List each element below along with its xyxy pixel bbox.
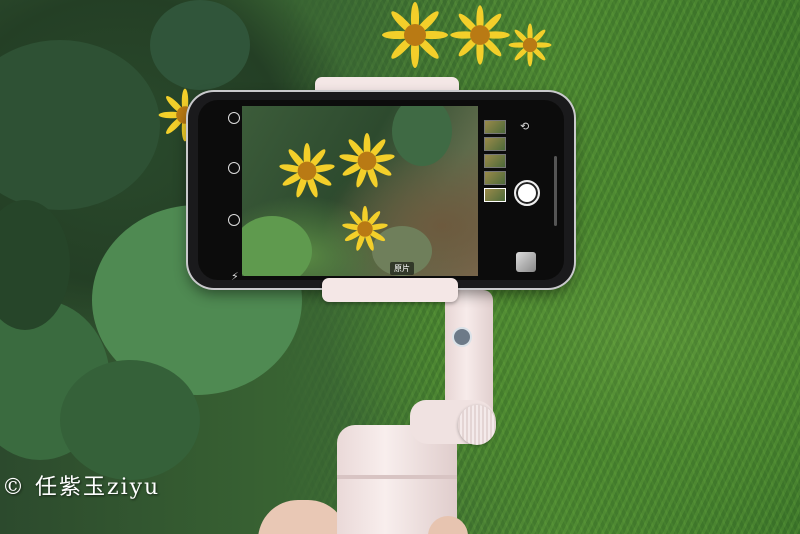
last-photo-thumbnail[interactable] [516, 252, 536, 272]
yellow-flower [380, 0, 450, 70]
gimbal-clamp-bottom [322, 278, 458, 302]
flash-icon: ⚡ [231, 270, 239, 280]
watermark: © 任紫玉ziyu [2, 475, 161, 500]
yellow-flower [277, 141, 337, 201]
live-photo-icon [228, 112, 240, 124]
filter-thumbnail-selected[interactable] [484, 188, 506, 202]
gimbal-knob [458, 405, 496, 445]
leaf [392, 106, 452, 166]
leaf [150, 0, 250, 90]
camera-viewfinder: 原片 [242, 106, 478, 276]
filter-icon [228, 214, 240, 226]
home-indicator [554, 156, 557, 226]
gimbal-handle-seam [337, 475, 457, 479]
filter-thumbnail[interactable] [484, 154, 506, 168]
yellow-flower [337, 131, 397, 191]
gimbal-logo-badge [452, 327, 472, 347]
smartphone: ⚡ 原片 ⟲ [188, 92, 574, 288]
photo-scene: ⚡ 原片 ⟲ © 任紫玉ziyu [0, 0, 800, 534]
yellow-flower [507, 22, 553, 68]
yellow-flower [341, 205, 390, 254]
leaf [60, 360, 200, 480]
filter-thumbnails[interactable] [484, 120, 506, 205]
phone-screen: ⚡ 原片 ⟲ [198, 100, 564, 280]
filter-thumbnail[interactable] [484, 137, 506, 151]
camera-switch-icon[interactable]: ⟲ [520, 120, 529, 133]
yellow-flower [449, 4, 512, 67]
leaf [242, 216, 312, 276]
filter-thumbnail[interactable] [484, 171, 506, 185]
shutter-button-icon[interactable] [514, 180, 540, 206]
filter-thumbnail[interactable] [484, 120, 506, 134]
timer-icon [228, 162, 240, 174]
camera-mode-label[interactable]: 原片 [390, 262, 414, 275]
